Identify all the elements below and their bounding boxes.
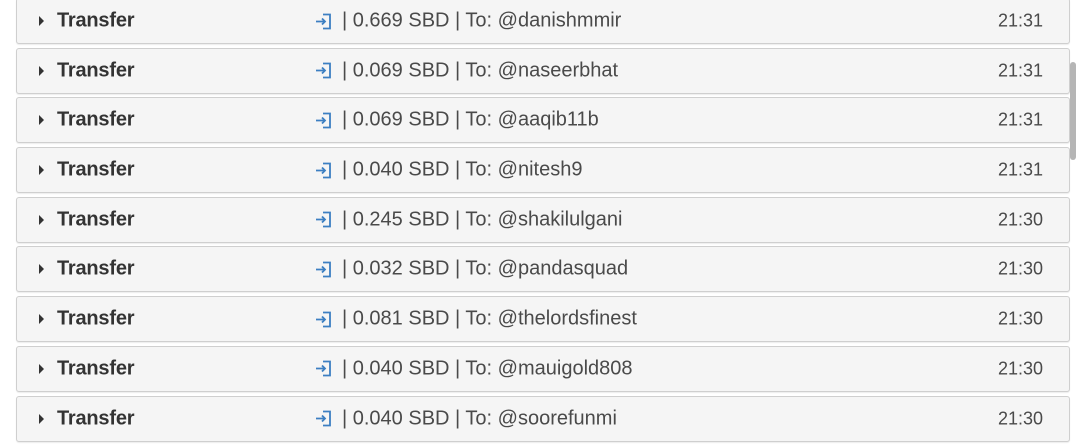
sign-in-icon [316, 311, 331, 328]
transaction-row[interactable]: Transfer | 0.032 SBD | To: @pandasquad 2… [16, 246, 1070, 293]
transaction-type: Transfer [57, 208, 135, 231]
sign-in-icon [316, 112, 331, 129]
transaction-list: Transfer | 0.669 SBD | To: @danishmmir 2… [16, 0, 1070, 445]
caret-right-icon[interactable] [39, 165, 44, 176]
transaction-type: Transfer [57, 9, 135, 32]
caret-right-icon[interactable] [39, 65, 44, 76]
caret-right-icon[interactable] [39, 363, 44, 374]
transaction-type: Transfer [57, 257, 135, 280]
transaction-type: Transfer [57, 407, 135, 429]
sign-in-icon [316, 13, 331, 29]
transaction-detail: | 0.669 SBD | To: @danishmmir [342, 9, 622, 32]
caret-right-icon[interactable] [39, 115, 44, 126]
caret-right-icon[interactable] [39, 413, 44, 424]
sign-in-icon [316, 261, 331, 278]
transaction-time: 21:30 [997, 408, 1043, 428]
sign-in-icon [316, 211, 331, 228]
sign-in-icon [316, 62, 331, 79]
transaction-detail: | 0.069 SBD | To: @naseerbhat [342, 59, 619, 82]
sign-in-icon [316, 360, 331, 377]
transaction-detail: | 0.040 SBD | To: @nitesh9 [342, 158, 583, 181]
transaction-type: Transfer [57, 307, 135, 330]
transaction-time: 21:31 [997, 159, 1043, 180]
transaction-detail: | 0.069 SBD | To: @aaqib11b [342, 108, 599, 131]
transaction-row[interactable]: Transfer | 0.069 SBD | To: @naseerbhat 2… [16, 47, 1070, 94]
transaction-row[interactable]: Transfer | 0.669 SBD | To: @danishmmir 2… [16, 0, 1070, 44]
transaction-time: 21:30 [997, 358, 1043, 379]
transaction-row[interactable]: Transfer | 0.040 SBD | To: @soorefunmi 2… [16, 395, 1070, 442]
transaction-detail-group: | 0.069 SBD | To: @naseerbhat [314, 59, 618, 82]
transaction-time: 21:31 [997, 10, 1043, 31]
scrollbar[interactable] [1070, 62, 1076, 160]
transaction-detail: | 0.032 SBD | To: @pandasquad [342, 257, 629, 280]
transaction-type: Transfer [57, 357, 135, 380]
transaction-row[interactable]: Transfer | 0.081 SBD | To: @thelordsfine… [16, 296, 1070, 343]
transaction-detail-group: | 0.032 SBD | To: @pandasquad [314, 258, 628, 281]
transaction-detail: | 0.245 SBD | To: @shakilulgani [342, 208, 623, 231]
transaction-time: 21:31 [997, 109, 1043, 130]
transaction-row[interactable]: Transfer | 0.040 SBD | To: @nitesh9 21:3… [16, 147, 1070, 194]
transaction-detail-group: | 0.081 SBD | To: @thelordsfinest [314, 308, 637, 331]
transaction-row[interactable]: Transfer | 0.069 SBD | To: @aaqib11b 21:… [16, 97, 1070, 144]
caret-right-icon[interactable] [39, 314, 44, 325]
transaction-detail-group: | 0.669 SBD | To: @danishmmir [314, 10, 621, 33]
transaction-type: Transfer [57, 59, 135, 82]
transaction-time: 21:30 [997, 209, 1043, 230]
sign-in-icon [316, 162, 331, 178]
transaction-detail: | 0.040 SBD | To: @soorefunmi [342, 407, 617, 429]
transaction-type: Transfer [57, 158, 135, 181]
transaction-detail-group: | 0.245 SBD | To: @shakilulgani [314, 208, 622, 231]
caret-right-icon[interactable] [39, 264, 44, 275]
sign-in-icon [316, 410, 331, 427]
transaction-detail-group: | 0.040 SBD | To: @nitesh9 [314, 159, 582, 182]
transaction-row[interactable]: Transfer | 0.245 SBD | To: @shakilulgani… [16, 196, 1070, 243]
transaction-detail: | 0.040 SBD | To: @mauigold808 [342, 357, 633, 380]
transaction-type: Transfer [57, 108, 135, 131]
transaction-detail-group: | 0.069 SBD | To: @aaqib11b [314, 109, 599, 132]
transaction-detail-group: | 0.040 SBD | To: @mauigold808 [314, 357, 633, 380]
transaction-time: 21:30 [997, 308, 1043, 329]
transaction-time: 21:31 [997, 60, 1043, 81]
transaction-detail-group: | 0.040 SBD | To: @soorefunmi [314, 407, 617, 430]
caret-right-icon[interactable] [39, 16, 44, 26]
transaction-detail: | 0.081 SBD | To: @thelordsfinest [342, 307, 637, 330]
transaction-time: 21:30 [997, 258, 1043, 279]
transaction-row[interactable]: Transfer | 0.040 SBD | To: @mauigold808 … [16, 345, 1070, 392]
caret-right-icon[interactable] [39, 214, 44, 225]
